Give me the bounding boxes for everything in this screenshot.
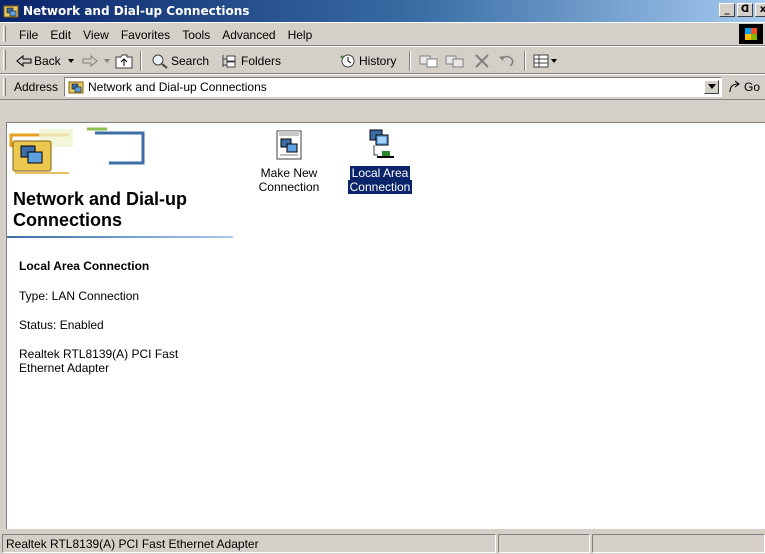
connection-adapter: Realtek RTL8139(A) PCI Fast Ethernet Ada…	[19, 347, 179, 375]
lan-connection-icon	[369, 129, 394, 158]
up-folder-icon	[115, 54, 133, 68]
connection-status: Status: Enabled	[19, 318, 104, 332]
maximize-button[interactable]: ᗡ	[737, 3, 753, 17]
pane-title: Network and Dial-up Connections	[13, 189, 188, 230]
address-bar: Address Network and Dial-up Connections …	[0, 74, 765, 100]
forward-arrow-icon	[82, 54, 98, 67]
address-value: Network and Dial-up Connections	[88, 80, 267, 94]
network-banner-icon	[9, 127, 145, 174]
search-button[interactable]: Search	[151, 50, 209, 71]
window-title: Network and Dial-up Connections	[23, 4, 250, 18]
go-label: Go	[744, 80, 761, 94]
move-to-icon	[419, 55, 438, 67]
network-folder-icon	[68, 81, 84, 94]
make-new-connection-icon	[276, 130, 302, 160]
web-view-pane: Network and Dial-up Connections Local Ar…	[7, 123, 233, 528]
move-to-button[interactable]	[419, 50, 439, 71]
go-button[interactable]: Go	[728, 80, 760, 94]
minimize-button[interactable]: _	[719, 3, 735, 17]
item-label-line1: Local Area	[349, 166, 411, 180]
views-icon	[533, 54, 549, 67]
history-icon	[340, 54, 355, 67]
address-grip[interactable]	[3, 78, 6, 96]
forward-dropdown-icon	[104, 58, 110, 63]
status-panel-2	[498, 534, 590, 553]
folders-icon	[222, 54, 236, 67]
chevron-down-icon	[707, 84, 716, 89]
folder-view[interactable]: Network and Dial-up Connections Local Ar…	[6, 122, 765, 529]
back-dropdown-icon	[67, 58, 74, 63]
menu-edit[interactable]: Edit	[44, 27, 77, 43]
views-dropdown-icon	[551, 58, 557, 63]
selected-connection-name: Local Area Connection	[19, 259, 150, 273]
copy-to-button[interactable]	[445, 50, 465, 71]
menu-bar: File Edit View Favorites Tools Advanced …	[0, 22, 765, 46]
menu-help[interactable]: Help	[282, 27, 319, 43]
local-area-connection-item[interactable]: Local Area Connection	[342, 129, 418, 194]
up-folder-button[interactable]	[115, 50, 133, 71]
folders-label: Folders	[241, 53, 282, 68]
toolbar-separator	[524, 51, 526, 71]
delete-icon	[475, 53, 489, 68]
menu-tools[interactable]: Tools	[176, 27, 216, 43]
address-label: Address	[14, 80, 59, 94]
item-label-line2: Connection	[258, 180, 320, 194]
make-new-connection-item[interactable]: Make New Connection	[251, 129, 327, 194]
views-button[interactable]	[532, 50, 558, 71]
network-folder-icon	[3, 5, 19, 18]
menu-file[interactable]: File	[13, 27, 44, 43]
forward-button[interactable]	[82, 50, 112, 71]
search-icon	[152, 54, 168, 69]
history-label: History	[359, 53, 397, 68]
title-bar[interactable]: Network and Dial-up Connections _ ᗡ x	[0, 0, 765, 22]
delete-button[interactable]	[474, 50, 490, 71]
menu-grip[interactable]	[3, 26, 6, 42]
address-input[interactable]: Network and Dial-up Connections	[64, 77, 722, 97]
standard-toolbar: Back Search Folders History	[0, 46, 765, 74]
status-bar: Realtek RTL8139(A) PCI Fast Ethernet Ada…	[0, 531, 765, 554]
content-top-edge	[0, 100, 765, 122]
toolbar-separator	[140, 51, 142, 71]
menu-view[interactable]: View	[77, 27, 115, 43]
connection-type: Type: LAN Connection	[19, 289, 140, 303]
close-button[interactable]: x	[755, 3, 765, 17]
address-dropdown-button[interactable]	[704, 80, 719, 94]
menu-favorites[interactable]: Favorites	[115, 27, 176, 43]
folders-button[interactable]: Folders	[221, 50, 281, 71]
search-label: Search	[171, 53, 210, 68]
history-button[interactable]: History	[339, 50, 396, 71]
item-label-line1: Make New	[260, 166, 318, 180]
back-arrow-icon	[16, 54, 32, 67]
undo-icon	[499, 55, 514, 67]
item-label-line2: Connection	[347, 180, 413, 194]
status-panel-3	[592, 534, 765, 553]
toolbar-grip[interactable]	[3, 50, 6, 70]
back-label: Back	[34, 53, 61, 68]
windows-logo-icon	[739, 24, 763, 44]
undo-button[interactable]	[498, 50, 516, 71]
menu-advanced[interactable]: Advanced	[216, 27, 281, 43]
copy-to-icon	[445, 55, 464, 67]
back-button[interactable]: Back	[16, 50, 76, 71]
toolbar-separator	[409, 51, 411, 71]
pane-divider	[7, 236, 233, 238]
status-text: Realtek RTL8139(A) PCI Fast Ethernet Ada…	[2, 534, 496, 553]
go-arrow-icon	[729, 80, 740, 93]
